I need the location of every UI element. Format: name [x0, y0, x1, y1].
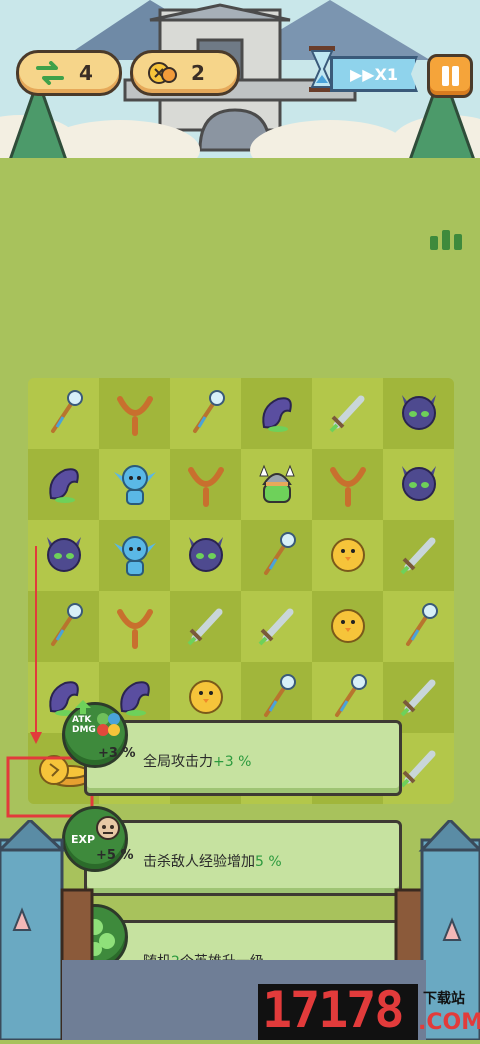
coin-count: 2	[191, 61, 205, 85]
board-cell[interactable]	[312, 591, 383, 662]
board-cell[interactable]	[241, 520, 312, 591]
sword-icon	[252, 600, 302, 654]
watermark-site: 下载站	[423, 991, 465, 1007]
board-cell[interactable]	[99, 520, 170, 591]
board-cell[interactable]	[383, 378, 454, 449]
board-cell[interactable]	[99, 449, 170, 520]
board-cell[interactable]	[241, 591, 312, 662]
tentacle-icon	[39, 458, 89, 512]
swap-icon	[35, 61, 65, 85]
stats-icon[interactable]	[428, 228, 464, 250]
board-cell[interactable]	[170, 449, 241, 520]
board-cell[interactable]	[312, 378, 383, 449]
staff-icon	[252, 671, 302, 725]
sword-icon	[181, 600, 231, 654]
board-cell[interactable]	[28, 378, 99, 449]
speed-button[interactable]: ▶▶X1	[330, 56, 418, 92]
board-cell[interactable]	[241, 378, 312, 449]
board-cell[interactable]	[383, 520, 454, 591]
demon-icon	[394, 387, 444, 441]
swap-count: 4	[79, 61, 93, 85]
demon-icon	[394, 458, 444, 512]
chick-icon	[323, 600, 373, 654]
slingshot-icon	[110, 600, 160, 654]
board-cell[interactable]	[170, 520, 241, 591]
chick-icon	[181, 671, 231, 725]
up-arrow-icon	[75, 699, 91, 714]
swap-counter: 4	[16, 50, 122, 96]
sword-icon	[394, 671, 444, 725]
board-cell[interactable]	[312, 449, 383, 520]
staff-icon	[394, 600, 444, 654]
board-cell[interactable]	[99, 591, 170, 662]
goblin-icon	[110, 529, 160, 583]
watermark-digits: 17178	[262, 981, 405, 1039]
staff-icon	[323, 671, 373, 725]
board-cell[interactable]	[383, 449, 454, 520]
board-cell[interactable]	[170, 591, 241, 662]
chick-icon	[323, 529, 373, 583]
board-cell[interactable]	[170, 378, 241, 449]
staff-icon	[252, 529, 302, 583]
slingshot-icon	[110, 387, 160, 441]
board-cell[interactable]	[383, 591, 454, 662]
goblin-icon	[110, 458, 160, 512]
slingshot-icon	[181, 458, 231, 512]
dmg-label: DMG	[72, 725, 96, 735]
bonus-value: +3 %	[213, 754, 252, 770]
viking-icon	[252, 458, 302, 512]
tentacle-icon	[252, 387, 302, 441]
token-icon	[147, 59, 177, 87]
board-cell[interactable]	[28, 449, 99, 520]
demon-icon	[181, 529, 231, 583]
watermark-domain: .COM	[418, 1010, 480, 1035]
sword-icon	[323, 387, 373, 441]
bonus-badge-pct: +3 %	[98, 746, 136, 761]
staff-icon	[39, 387, 89, 441]
pause-button[interactable]	[427, 54, 473, 98]
slingshot-icon	[323, 458, 373, 512]
board-cell[interactable]	[312, 520, 383, 591]
board-cell[interactable]	[241, 449, 312, 520]
bonus-label: 全局攻击力	[143, 754, 213, 770]
sword-icon	[394, 529, 444, 583]
staff-icon	[181, 387, 231, 441]
coin-counter: 2	[130, 50, 240, 96]
atk-label: ATK	[72, 715, 92, 725]
hero-faces-icon	[95, 711, 121, 737]
board-cell[interactable]	[99, 378, 170, 449]
watermark: 17178 下载站 .COM	[258, 981, 480, 1040]
